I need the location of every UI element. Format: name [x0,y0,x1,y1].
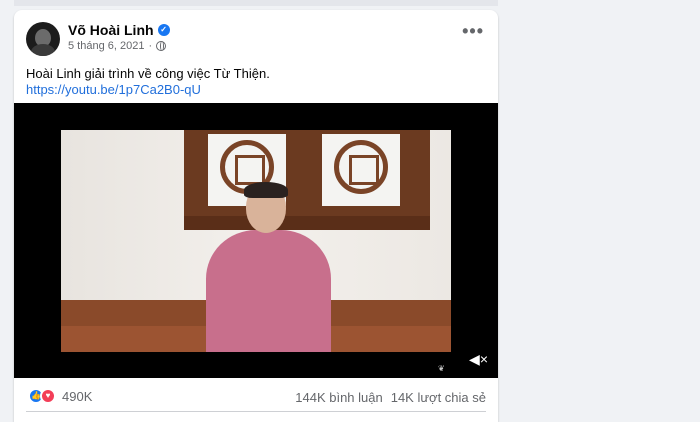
avatar-body [31,44,55,56]
post-card: Võ Hoài Linh ✓ 5 tháng 6, 2021 · ••• Hoà… [14,10,498,422]
verified-badge-icon: ✓ [157,24,170,36]
share-count[interactable]: 14K lượt chia sẻ [391,390,486,405]
video-player[interactable]: ❦ ◀× [14,103,498,378]
window-emblem-right [334,140,388,194]
window-pane-right [322,134,400,206]
author-row: Võ Hoài Linh ✓ [68,22,170,38]
comment-count[interactable]: 144K bình luận [295,390,382,405]
video-window [184,130,430,230]
reaction-count[interactable]: 490K [62,389,92,404]
post-meta: 5 tháng 6, 2021 · [68,40,167,52]
video-frame[interactable] [61,130,451,352]
stats-divider [26,411,486,412]
video-watermark-icon: ❦ [438,364,445,373]
globe-icon [156,41,167,51]
author-name[interactable]: Võ Hoài Linh [68,22,154,38]
volume-icon[interactable]: ◀× [469,351,488,368]
person-hair [244,182,288,198]
reactions-summary[interactable]: 👍 ♥ 490K [28,388,92,404]
more-options-button[interactable]: ••• [462,22,484,40]
left-gutter [0,0,14,422]
author-avatar[interactable] [26,22,60,56]
post-link[interactable]: https://youtu.be/1p7Ca2B0-qU [26,82,201,97]
post-stats: 144K bình luận 14K lượt chia sẻ [295,390,486,405]
post-timestamp[interactable]: 5 tháng 6, 2021 [68,40,144,52]
previous-post-edge [14,0,498,6]
window-sill [184,216,430,230]
love-reaction-icon: ♥ [40,388,56,404]
meta-separator: · [148,40,153,52]
right-sidebar-area [508,0,700,422]
post-text: Hoài Linh giải trình về công việc Từ Thi… [26,66,270,81]
person-body [206,230,331,352]
